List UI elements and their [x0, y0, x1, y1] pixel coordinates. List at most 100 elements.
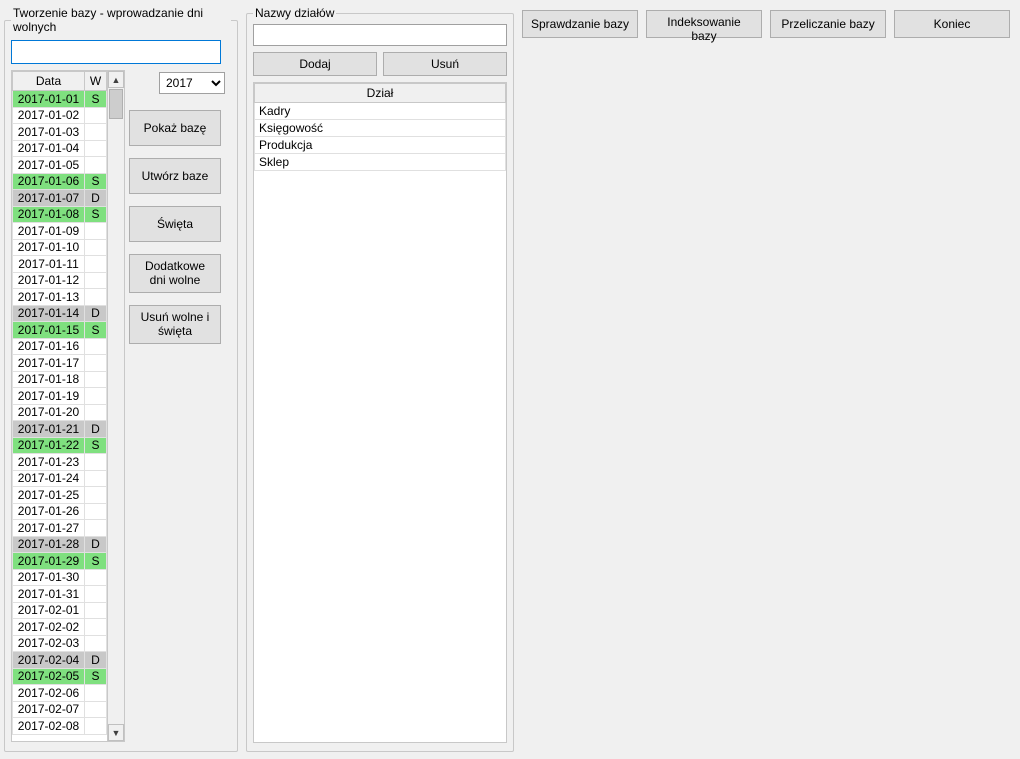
w-cell[interactable]: D: [85, 652, 107, 669]
date-cell[interactable]: 2017-01-21: [13, 421, 85, 438]
recalc-base-button[interactable]: Przeliczanie bazy: [770, 10, 886, 38]
date-cell[interactable]: 2017-02-03: [13, 635, 85, 652]
show-base-button[interactable]: Pokaż bazę: [129, 110, 221, 146]
date-cell[interactable]: 2017-01-19: [13, 388, 85, 405]
date-cell[interactable]: 2017-01-18: [13, 371, 85, 388]
w-cell[interactable]: [85, 355, 107, 372]
date-cell[interactable]: 2017-01-07: [13, 190, 85, 207]
w-cell[interactable]: S: [85, 322, 107, 339]
remove-department-button[interactable]: Usuń: [383, 52, 507, 76]
table-row[interactable]: Kadry: [255, 103, 506, 120]
date-cell[interactable]: 2017-01-20: [13, 404, 85, 421]
table-row[interactable]: 2017-01-19: [13, 388, 107, 405]
table-row[interactable]: 2017-01-24: [13, 470, 107, 487]
department-cell[interactable]: Księgowość: [255, 120, 506, 137]
department-cell[interactable]: Produkcja: [255, 137, 506, 154]
w-cell[interactable]: D: [85, 536, 107, 553]
table-row[interactable]: 2017-02-01: [13, 602, 107, 619]
w-cell[interactable]: [85, 569, 107, 586]
table-row[interactable]: 2017-01-17: [13, 355, 107, 372]
w-cell[interactable]: [85, 685, 107, 702]
w-cell[interactable]: S: [85, 437, 107, 454]
date-cell[interactable]: 2017-01-12: [13, 272, 85, 289]
date-cell[interactable]: 2017-01-15: [13, 322, 85, 339]
date-cell[interactable]: 2017-01-03: [13, 124, 85, 141]
date-cell[interactable]: 2017-01-01: [13, 91, 85, 108]
table-row[interactable]: 2017-01-21D: [13, 421, 107, 438]
w-cell[interactable]: [85, 338, 107, 355]
date-cell[interactable]: 2017-01-11: [13, 256, 85, 273]
table-row[interactable]: Sklep: [255, 154, 506, 171]
table-row[interactable]: 2017-02-06: [13, 685, 107, 702]
table-row[interactable]: 2017-01-05: [13, 157, 107, 174]
date-cell[interactable]: 2017-01-24: [13, 470, 85, 487]
table-row[interactable]: 2017-01-11: [13, 256, 107, 273]
date-cell[interactable]: 2017-01-30: [13, 569, 85, 586]
w-cell[interactable]: [85, 586, 107, 603]
w-cell[interactable]: [85, 289, 107, 306]
w-cell[interactable]: [85, 503, 107, 520]
w-cell[interactable]: [85, 107, 107, 124]
w-cell[interactable]: D: [85, 421, 107, 438]
create-base-button[interactable]: Utwórz baze: [129, 158, 221, 194]
table-row[interactable]: 2017-01-14D: [13, 305, 107, 322]
w-cell[interactable]: [85, 256, 107, 273]
department-name-input[interactable]: [253, 24, 507, 46]
w-cell[interactable]: [85, 619, 107, 636]
w-cell[interactable]: S: [85, 173, 107, 190]
table-row[interactable]: 2017-01-10: [13, 239, 107, 256]
check-base-button[interactable]: Sprawdzanie bazy: [522, 10, 638, 38]
w-cell[interactable]: S: [85, 91, 107, 108]
remove-free-holidays-button[interactable]: Usuń wolne i święta: [129, 305, 221, 344]
end-button[interactable]: Koniec: [894, 10, 1010, 38]
table-row[interactable]: 2017-01-09: [13, 223, 107, 240]
date-cell[interactable]: 2017-01-26: [13, 503, 85, 520]
department-cell[interactable]: Kadry: [255, 103, 506, 120]
w-cell[interactable]: [85, 124, 107, 141]
scroll-down-icon[interactable]: ▼: [108, 724, 124, 741]
table-row[interactable]: 2017-01-20: [13, 404, 107, 421]
date-cell[interactable]: 2017-02-05: [13, 668, 85, 685]
w-cell[interactable]: S: [85, 206, 107, 223]
table-row[interactable]: 2017-01-06S: [13, 173, 107, 190]
w-cell[interactable]: [85, 635, 107, 652]
table-row[interactable]: 2017-01-03: [13, 124, 107, 141]
table-row[interactable]: 2017-02-08: [13, 718, 107, 735]
department-table[interactable]: Dział KadryKsięgowośćProdukcjaSklep: [254, 83, 506, 171]
table-row[interactable]: 2017-01-28D: [13, 536, 107, 553]
scroll-thumb[interactable]: [109, 89, 123, 119]
date-cell[interactable]: 2017-01-02: [13, 107, 85, 124]
date-cell[interactable]: 2017-01-05: [13, 157, 85, 174]
w-cell[interactable]: [85, 388, 107, 405]
table-row[interactable]: 2017-02-04D: [13, 652, 107, 669]
date-cell[interactable]: 2017-02-02: [13, 619, 85, 636]
w-cell[interactable]: [85, 140, 107, 157]
table-row[interactable]: 2017-01-22S: [13, 437, 107, 454]
holidays-button[interactable]: Święta: [129, 206, 221, 242]
table-row[interactable]: 2017-01-23: [13, 454, 107, 471]
date-cell[interactable]: 2017-01-08: [13, 206, 85, 223]
date-cell[interactable]: 2017-01-14: [13, 305, 85, 322]
w-cell[interactable]: [85, 157, 107, 174]
table-row[interactable]: 2017-01-29S: [13, 553, 107, 570]
date-cell[interactable]: 2017-01-09: [13, 223, 85, 240]
table-row[interactable]: 2017-01-15S: [13, 322, 107, 339]
w-cell[interactable]: [85, 718, 107, 735]
w-cell[interactable]: [85, 454, 107, 471]
table-row[interactable]: 2017-01-18: [13, 371, 107, 388]
table-row[interactable]: 2017-01-02: [13, 107, 107, 124]
date-cell[interactable]: 2017-02-06: [13, 685, 85, 702]
date-cell[interactable]: 2017-01-29: [13, 553, 85, 570]
w-cell[interactable]: [85, 701, 107, 718]
table-row[interactable]: 2017-01-13: [13, 289, 107, 306]
w-cell[interactable]: [85, 272, 107, 289]
department-cell[interactable]: Sklep: [255, 154, 506, 171]
date-table-header-data[interactable]: Data: [13, 72, 85, 91]
index-base-button[interactable]: Indeksowanie bazy: [646, 10, 762, 38]
date-cell[interactable]: 2017-02-07: [13, 701, 85, 718]
table-row[interactable]: 2017-02-05S: [13, 668, 107, 685]
table-row[interactable]: 2017-01-26: [13, 503, 107, 520]
date-cell[interactable]: 2017-02-08: [13, 718, 85, 735]
w-cell[interactable]: [85, 371, 107, 388]
date-cell[interactable]: 2017-01-04: [13, 140, 85, 157]
